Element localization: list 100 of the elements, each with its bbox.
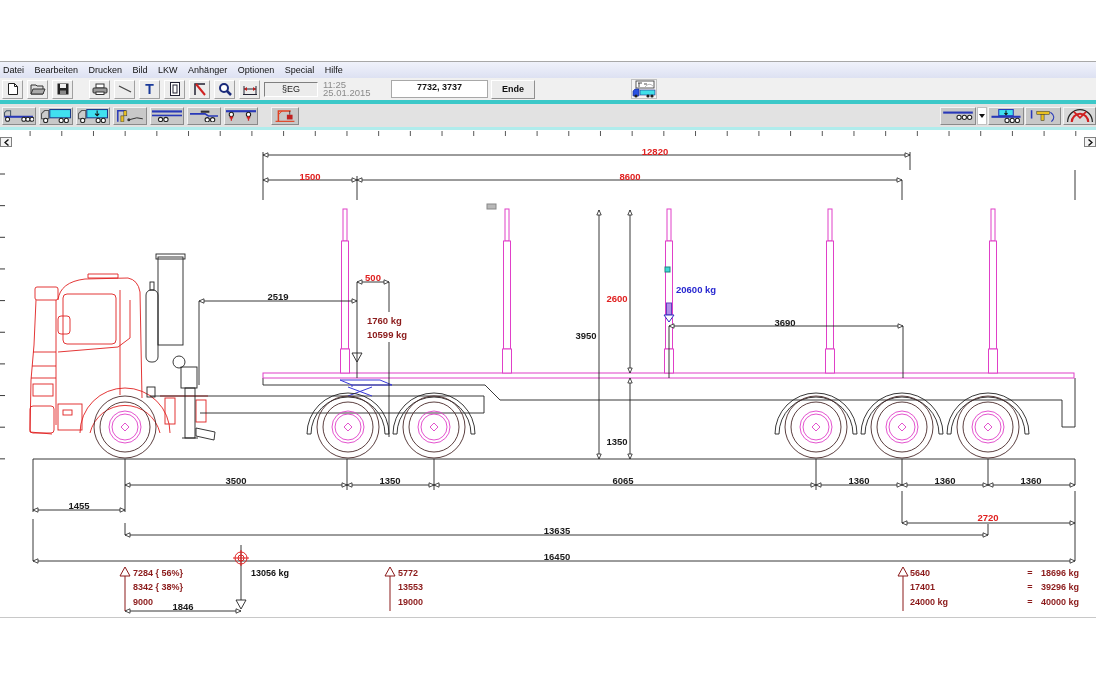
menu-item[interactable]: Optionen — [237, 64, 275, 76]
crane-icon — [117, 109, 143, 122]
crane-load-button[interactable] — [271, 106, 299, 125]
crane-icon — [192, 82, 207, 96]
loaded-truck-icon — [78, 108, 108, 123]
axle-load-label: 13553 — [398, 581, 424, 592]
dimension-label: 3690 — [774, 316, 796, 328]
dimension-label: 1350 — [606, 435, 628, 447]
extension-line — [1074, 490, 1076, 562]
fifth-wheel — [339, 379, 393, 397]
extension-line — [346, 458, 348, 491]
box-truck-button[interactable] — [39, 106, 73, 125]
extension-line — [433, 458, 435, 491]
axle-load-label: 17401 — [910, 581, 936, 592]
dimension-line — [356, 279, 390, 285]
crane-button[interactable] — [1025, 106, 1061, 125]
menu-item[interactable]: Datei — [3, 64, 24, 76]
weight-label: 20600 kg — [676, 283, 717, 295]
menu-item[interactable]: Hilfe — [324, 64, 343, 76]
grip-handle[interactable] — [486, 203, 497, 210]
exit-button[interactable]: Ende — [491, 79, 535, 99]
loaded-truck-button[interactable] — [76, 106, 110, 125]
date-label: 25.01.2015 — [323, 89, 371, 98]
flatbed-trailer-button[interactable] — [940, 106, 976, 125]
menu-item[interactable]: Drucken — [88, 64, 123, 76]
line-tool-button[interactable] — [114, 79, 135, 99]
chevron-right-icon — [1087, 138, 1093, 146]
load-point-marker — [351, 352, 363, 363]
wheel — [93, 395, 157, 459]
extension-line — [32, 458, 34, 513]
extension-line — [909, 151, 911, 171]
dimension-label: 3950 — [575, 329, 597, 341]
axle-load-label: 8342 { 38%} — [133, 581, 184, 592]
flatbed-trailer-icon — [943, 111, 973, 120]
coordinates-field: 7732, 3737 — [391, 80, 488, 98]
chevron-left-icon — [3, 138, 9, 146]
extension-line — [388, 281, 390, 313]
crane-tool-button[interactable] — [189, 79, 210, 99]
center-of-gravity-icon — [232, 549, 250, 567]
extension-line — [987, 523, 989, 536]
print-button[interactable] — [89, 79, 110, 99]
axle-load-label: 7284 { 56%} — [133, 567, 184, 578]
dimension-label: 8600 — [619, 170, 641, 182]
menu-item[interactable]: Bearbeiten — [34, 64, 79, 76]
extension-line — [356, 175, 358, 201]
semi-trailer-button[interactable] — [187, 106, 221, 125]
axle-load-button[interactable] — [224, 106, 258, 125]
trailer-button[interactable] — [150, 106, 184, 125]
truck-trailer-button[interactable] — [2, 106, 36, 125]
text-tool-button[interactable]: T — [139, 79, 160, 99]
extension-line — [902, 325, 904, 379]
extension-line — [124, 522, 126, 536]
axle-load-label: 5772 — [398, 567, 419, 578]
dimension-label: 3500 — [225, 474, 247, 486]
menu-item[interactable]: LKW — [158, 64, 178, 76]
dimension-label: 2720 — [977, 511, 999, 523]
document-icon — [6, 82, 19, 96]
container-trailer-button[interactable] — [988, 106, 1024, 125]
extension-line — [815, 458, 817, 491]
axle-load-arrow — [119, 566, 131, 612]
scroll-left-button[interactable] — [0, 137, 12, 147]
zoom-button[interactable] — [214, 79, 235, 99]
caret-icon — [979, 113, 985, 118]
total-weight-label: 18696 kg — [1041, 567, 1080, 578]
dimension-tool-button[interactable] — [239, 79, 260, 99]
dimension-label: 1455 — [68, 499, 90, 511]
turning-circle-icon — [1066, 109, 1093, 122]
extension-line — [1074, 458, 1076, 486]
scroll-right-button[interactable] — [1084, 137, 1096, 147]
wheel — [956, 395, 1020, 459]
dimension-label: 1360 — [1020, 474, 1042, 486]
extension-line — [1074, 169, 1076, 201]
weight-arrow — [235, 544, 247, 610]
weight-label: 1760 kg — [367, 314, 402, 326]
weight-label: 13056 kg — [251, 567, 290, 578]
dimension-label: 2600 — [606, 292, 628, 304]
menu-item[interactable]: Bild — [132, 64, 148, 76]
dimension-label: 12820 — [641, 145, 669, 157]
truck-button[interactable] — [631, 79, 657, 99]
crane-button[interactable] — [113, 106, 147, 125]
dropdown-button[interactable] — [977, 106, 987, 125]
equals-sign: = — [1027, 596, 1033, 607]
menu-item[interactable]: Anhänger — [188, 64, 228, 76]
crane-icon — [274, 109, 296, 122]
dimension-label: 1500 — [299, 170, 321, 182]
dimension-label: 2519 — [267, 290, 289, 302]
axle-load-label: 19000 — [398, 596, 424, 607]
wheel — [316, 395, 380, 459]
folder-icon — [29, 83, 46, 95]
weight-label: 10599 kg — [367, 328, 408, 340]
wheel — [870, 395, 934, 459]
extension-line — [668, 325, 670, 379]
new-file-button[interactable] — [2, 79, 23, 99]
grip-handle[interactable] — [664, 266, 671, 273]
frame-tool-button[interactable] — [164, 79, 185, 99]
turning-circle-button[interactable] — [1063, 106, 1096, 125]
save-button[interactable] — [52, 79, 73, 99]
extension-line — [987, 458, 989, 486]
menu-item[interactable]: Special — [284, 64, 315, 76]
open-button[interactable] — [27, 79, 48, 99]
